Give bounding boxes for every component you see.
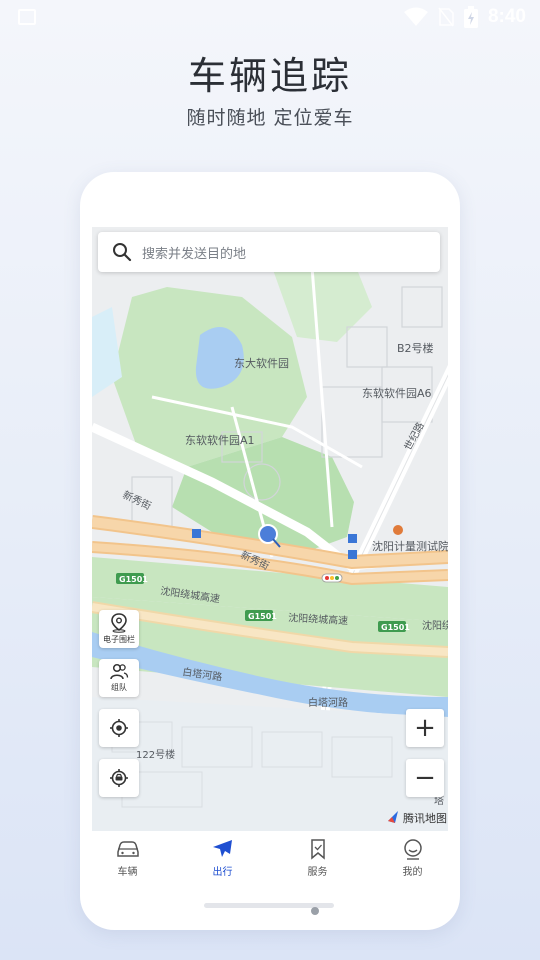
car-icon xyxy=(116,841,139,857)
home-indicator-dot xyxy=(311,907,319,915)
map-label-park: 东大软件园 xyxy=(234,356,289,370)
location-pin-icon xyxy=(111,613,127,633)
highway-shield-1: G1501 xyxy=(119,575,148,584)
locate-car-button[interactable] xyxy=(99,759,139,797)
battery-icon xyxy=(463,6,478,28)
team-button[interactable]: 组队 xyxy=(99,659,139,697)
tab-label: 我的 xyxy=(402,867,423,878)
bottom-tab-bar: 车辆 出行 服务 我的 xyxy=(80,831,460,891)
smile-icon xyxy=(403,839,422,860)
map-label-institute: 沈阳计量测试院 xyxy=(372,539,448,553)
status-right: 8:40 xyxy=(403,6,526,28)
zoom-in-button[interactable]: + xyxy=(406,709,444,747)
tab-mine[interactable]: 我的 xyxy=(365,831,460,891)
team-icon xyxy=(110,663,129,680)
map-view[interactable]: 东大软件园 B2号楼 东软软件园A6 东软软件园A1 沈阳计量测试院 新秀街 新… xyxy=(92,227,448,831)
map-label-a1: 东软软件园A1 xyxy=(185,433,255,447)
plane-icon xyxy=(212,840,232,857)
map-label-a6: 东软软件园A6 xyxy=(362,386,432,400)
search-input[interactable]: 搜索并发送目的地 xyxy=(98,232,440,272)
page-title: 车辆追踪 xyxy=(187,54,352,98)
phone-frame: 东大软件园 B2号楼 东软软件园A6 东软软件园A1 沈阳计量测试院 新秀街 新… xyxy=(80,172,460,930)
no-sim-icon xyxy=(438,7,454,27)
search-icon xyxy=(113,243,132,262)
tab-label: 出行 xyxy=(212,867,233,878)
tab-service[interactable]: 服务 xyxy=(270,831,365,891)
tab-travel[interactable]: 出行 xyxy=(175,831,270,891)
page-subtitle: 随时随地 定位爱车 xyxy=(186,107,354,129)
image-icon xyxy=(18,9,36,25)
map-canvas: 东大软件园 B2号楼 东软软件园A6 东软软件园A1 沈阳计量测试院 新秀街 新… xyxy=(92,227,448,831)
wifi-icon xyxy=(403,7,428,26)
crosshair-icon xyxy=(110,719,128,737)
map-label-ring3: 沈阳绕 xyxy=(422,619,448,632)
bus-stop-icon xyxy=(192,529,201,538)
geofence-label: 电子围栏 xyxy=(103,635,135,644)
institute-poi-icon xyxy=(393,525,403,535)
tab-vehicle[interactable]: 车辆 xyxy=(80,831,175,891)
bus-stop-icon xyxy=(348,550,357,559)
car-locate-icon xyxy=(110,769,128,787)
zoom-out-button[interactable]: − xyxy=(406,759,444,797)
map-label-b2: B2号楼 xyxy=(397,341,434,355)
tab-label: 车辆 xyxy=(117,867,138,878)
map-logo-text: 腾讯地图 xyxy=(403,811,447,825)
highway-shield-2: G1501 xyxy=(248,612,277,621)
team-label: 组队 xyxy=(111,683,127,692)
geofence-button[interactable]: 电子围栏 xyxy=(99,610,139,648)
status-time: 8:40 xyxy=(487,6,526,27)
highway-shield-3: G1501 xyxy=(381,623,410,632)
bus-stop-icon xyxy=(348,534,357,543)
map-label-building122: 122号楼 xyxy=(136,748,175,761)
map-label-baita2: 白塔河路 xyxy=(308,696,348,709)
status-bar: 8:40 xyxy=(0,0,540,36)
tab-label: 服务 xyxy=(307,867,328,878)
locate-me-button[interactable] xyxy=(99,709,139,747)
bookmark-icon xyxy=(310,839,325,860)
search-placeholder: 搜索并发送目的地 xyxy=(142,246,247,262)
